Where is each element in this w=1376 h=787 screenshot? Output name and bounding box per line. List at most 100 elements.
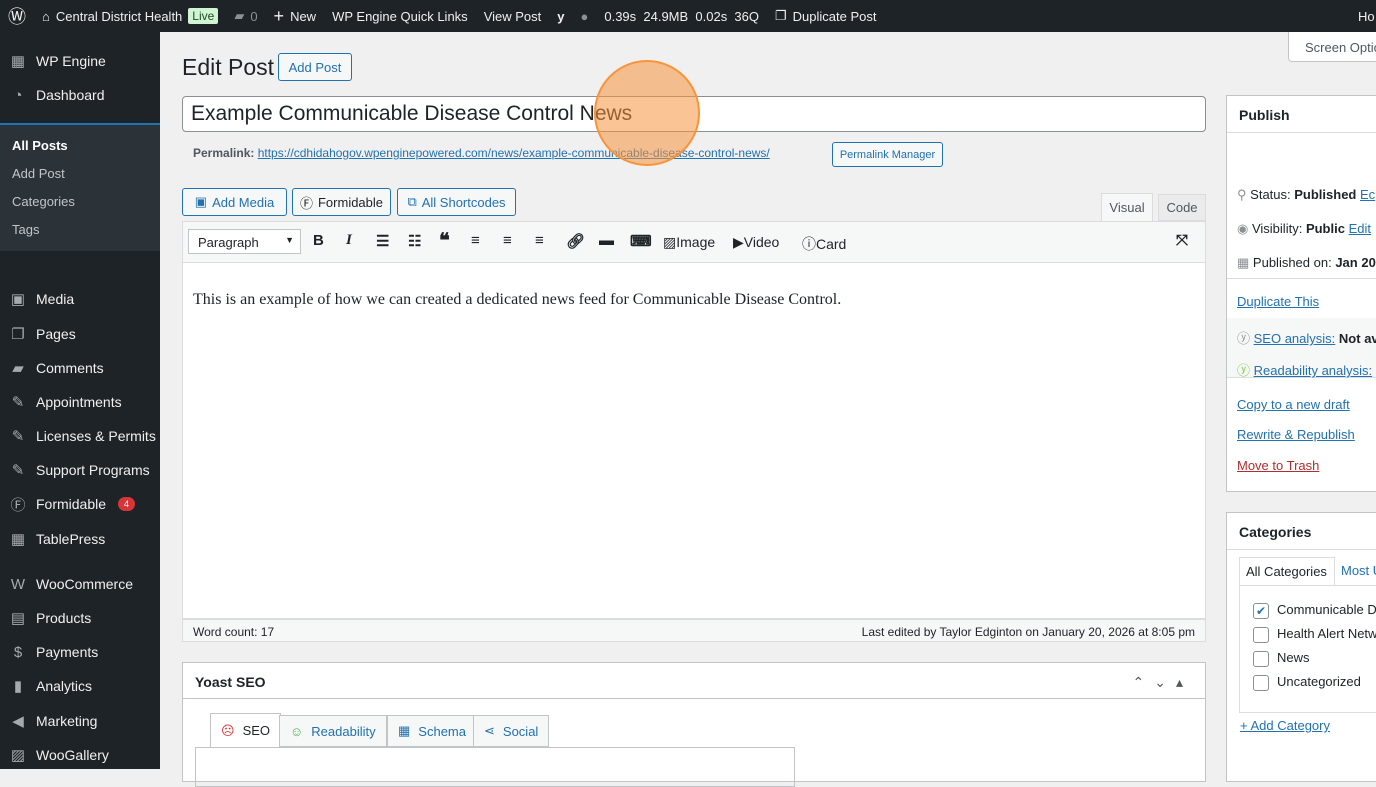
bold-icon[interactable]: B	[313, 232, 324, 249]
edit-visibility-link[interactable]: Edit	[1349, 221, 1371, 236]
table-icon: ▦	[10, 531, 26, 548]
align-left-icon[interactable]: ≡	[471, 232, 480, 249]
category-item[interactable]: Uncategorized	[1253, 674, 1361, 691]
yoast-tab-schema[interactable]: ▦ Schema	[387, 715, 477, 747]
sidebar-item-appointments[interactable]: ✎ Appointments	[0, 385, 160, 419]
copy-draft-link[interactable]: Copy to a new draft	[1237, 397, 1350, 412]
edit-status-link[interactable]: Ec	[1360, 187, 1375, 202]
word-count: Word count: 17	[193, 625, 275, 639]
category-checkbox[interactable]	[1253, 650, 1269, 667]
blockquote-icon[interactable]: ❝	[439, 228, 450, 253]
category-item[interactable]: News	[1253, 650, 1310, 667]
sidebar-item-pages[interactable]: ❐ Pages	[0, 317, 160, 351]
tab-visual[interactable]: Visual	[1101, 193, 1153, 222]
permalink-link[interactable]: https://cdhidahogov.wpenginepowered.com/…	[258, 146, 770, 160]
image-button[interactable]: ▨Image	[663, 234, 715, 251]
sidebar-item-payments[interactable]: $ Payments	[0, 635, 160, 669]
new-link[interactable]: + New	[266, 0, 325, 32]
comments-link[interactable]: ▰ 0	[226, 0, 265, 32]
yoast-tab-social[interactable]: ⋖ Social	[473, 715, 550, 747]
seo-analysis-link[interactable]: SEO analysis:	[1254, 331, 1336, 346]
sidebar-item-dashboard[interactable]: ◔ Dashboard	[0, 78, 160, 112]
sidebar-item-comments[interactable]: ▰ Comments	[0, 351, 160, 385]
formidable-button[interactable]: Ⓕ Formidable	[292, 188, 391, 216]
rewrite-republish-link[interactable]: Rewrite & Republish	[1237, 427, 1355, 442]
grid-icon: ▦	[10, 53, 26, 70]
wordpress-logo-icon[interactable]: Ⓦ	[0, 0, 34, 32]
shortcodes-button[interactable]: ⧉ All Shortcodes	[397, 188, 516, 216]
video-button[interactable]: ▶Video	[733, 234, 779, 251]
category-checkbox[interactable]	[1253, 674, 1269, 691]
submenu-item[interactable]: Categories	[12, 194, 75, 209]
move-to-trash-link[interactable]: Move to Trash	[1237, 458, 1319, 473]
submenu-item[interactable]: Add Post	[12, 166, 65, 181]
query-monitor[interactable]: 0.39s 24.9MB 0.02s 36Q	[596, 0, 767, 32]
category-checkbox[interactable]	[1253, 626, 1269, 643]
home-icon: ⌂	[42, 8, 50, 24]
sad-face-icon: ☹	[221, 722, 235, 738]
bullet-list-icon[interactable]: ☰	[376, 232, 389, 250]
share-icon: ⋖	[484, 723, 495, 738]
site-name-link[interactable]: ⌂ Central District Health Live	[34, 0, 226, 32]
category-item[interactable]: ✔ Communicable Di	[1253, 602, 1376, 619]
tab-all-categories[interactable]: All Categories	[1239, 557, 1335, 585]
yoast-tab-seo[interactable]: ☹ SEO	[210, 713, 282, 747]
editor-content[interactable]: This is an example of how we can created…	[182, 263, 1206, 619]
metabox-controls[interactable]: ⌃⌄▴	[1133, 674, 1194, 691]
category-item[interactable]: Health Alert Netw	[1253, 626, 1376, 643]
add-post-button[interactable]: Add Post	[278, 53, 352, 81]
format-select[interactable]: Paragraph ▼	[188, 229, 301, 254]
more-tag-icon[interactable]: ▬	[599, 232, 614, 249]
sidebar-item-label: TablePress	[36, 531, 106, 547]
sidebar-item-tablepress[interactable]: ▦ TablePress	[0, 522, 160, 556]
sidebar-item-products[interactable]: ▤ Products	[0, 601, 160, 635]
pin-icon: ✎	[11, 394, 25, 411]
fullscreen-icon[interactable]: ⤧	[1176, 232, 1188, 249]
gauge-icon: ◔	[13, 86, 23, 104]
megaphone-icon: ◀	[12, 713, 24, 730]
add-category-link[interactable]: + Add Category	[1240, 718, 1330, 733]
add-media-button[interactable]: ▣ Add Media	[182, 188, 287, 216]
screen-options-button[interactable]: Screen Optio	[1288, 32, 1376, 62]
sidebar-item-woocommerce[interactable]: W WooCommerce	[0, 567, 160, 601]
keyboard-icon[interactable]: ⌨	[630, 232, 652, 250]
tab-most-used[interactable]: Most U	[1341, 563, 1376, 578]
link-icon[interactable]: 🔗︎	[566, 232, 585, 250]
sidebar-item-marketing[interactable]: ◀ Marketing	[0, 704, 160, 738]
yoast-tab-readability[interactable]: ☺ Readability	[279, 715, 387, 747]
sidebar-item-label: WP Engine	[36, 53, 106, 69]
editor-status-bar: Word count: 17 Last edited by Taylor Edgi…	[182, 619, 1206, 642]
numbered-list-icon[interactable]: ☷	[408, 232, 421, 250]
howdy-link[interactable]: Ho	[1358, 9, 1375, 24]
tab-code[interactable]: Code	[1158, 194, 1206, 221]
duplicate-post-link[interactable]: ❐ Duplicate Post	[767, 0, 884, 32]
sidebar-item-label: Formidable	[36, 496, 107, 512]
yoast-icon[interactable]: y	[549, 0, 572, 32]
sidebar-item-media[interactable]: ▣ Media	[0, 282, 160, 316]
view-post-link[interactable]: View Post	[476, 0, 550, 32]
media-icon: ▣	[194, 194, 208, 209]
category-checkbox[interactable]: ✔	[1253, 602, 1269, 619]
sidebar-item-analytics[interactable]: ▮ Analytics	[0, 669, 160, 703]
quick-links[interactable]: WP Engine Quick Links	[324, 0, 476, 32]
sidebar-item-licenses-permits[interactable]: ✎ Licenses & Permits	[0, 419, 160, 453]
publish-box: Publish ⚲ Status: Published Ec ◉ Visibil…	[1226, 95, 1376, 492]
sidebar-item-label: Media	[36, 291, 75, 307]
duplicate-this-link[interactable]: Duplicate This	[1237, 294, 1319, 309]
align-center-icon[interactable]: ≡	[503, 232, 512, 249]
sidebar-item-support-programs[interactable]: ✎ Support Programs	[0, 453, 160, 487]
readability-analysis-link[interactable]: Readability analysis:	[1254, 363, 1373, 378]
sidebar-item-woogallery[interactable]: ▨ WooGallery	[0, 738, 160, 772]
submenu-item[interactable]: All Posts	[12, 138, 68, 153]
card-button[interactable]: ⓘCard	[802, 234, 846, 254]
sidebar-item-wp-engine[interactable]: ▦ WP Engine	[0, 44, 160, 78]
yoast-tab-panel	[195, 747, 795, 787]
permalink-manager-button[interactable]: Permalink Manager	[832, 142, 943, 167]
copy-icon: ❐	[775, 8, 787, 23]
box-icon: ▤	[10, 610, 26, 627]
submenu-item[interactable]: Tags	[12, 222, 39, 237]
pin-icon: ⚲	[1237, 187, 1247, 202]
italic-icon[interactable]: I	[346, 232, 352, 249]
sidebar-item-formidable[interactable]: Ⓕ Formidable 4	[0, 487, 160, 521]
align-right-icon[interactable]: ≡	[535, 232, 544, 249]
